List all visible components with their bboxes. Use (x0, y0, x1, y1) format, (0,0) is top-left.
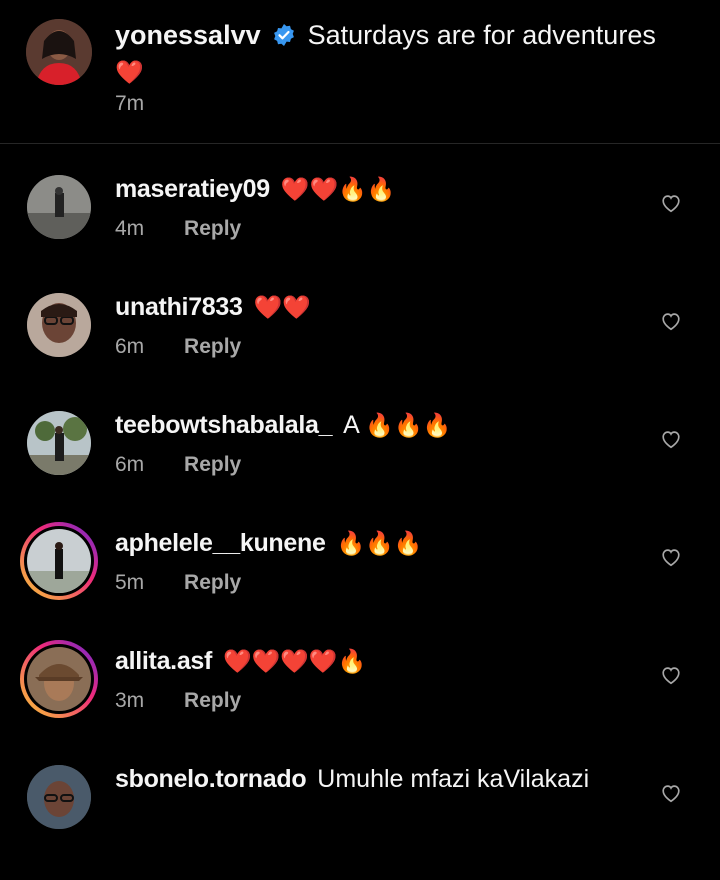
comment-emoji: 🔥🔥🔥 (365, 413, 452, 439)
reply-button[interactable]: Reply (184, 571, 241, 594)
comment-emoji: ❤️❤️ (253, 295, 311, 321)
reply-button[interactable]: Reply (184, 217, 241, 240)
comment-row: allita.asf ❤️❤️❤️❤️🔥 3m Reply (0, 644, 720, 762)
comment-row: maseratiey09 ❤️❤️🔥🔥 4m Reply (0, 172, 720, 290)
avatar[interactable] (26, 19, 92, 85)
comment-text: A (343, 411, 359, 439)
comment-body: aphelele__kunene 🔥🔥🔥 (115, 526, 655, 561)
reply-button[interactable]: Reply (184, 689, 241, 712)
reply-button[interactable]: Reply (184, 335, 241, 358)
like-heart-icon[interactable] (660, 664, 682, 686)
like-heart-icon[interactable] (660, 310, 682, 332)
comment-timestamp: 3m (115, 689, 145, 712)
comment-username[interactable]: teebowtshabalala_ (115, 411, 333, 439)
comment-timestamp: 6m (115, 335, 145, 358)
comment-meta: 5m Reply (115, 571, 241, 595)
comment-timestamp: 5m (115, 571, 145, 594)
avatar[interactable] (27, 411, 91, 475)
like-heart-icon[interactable] (660, 428, 682, 450)
comment-username[interactable]: unathi7833 (115, 293, 243, 321)
comment-meta: 3m Reply (115, 689, 241, 713)
reply-button[interactable]: Reply (184, 453, 241, 476)
comment-username[interactable]: maseratiey09 (115, 175, 270, 203)
comment-username[interactable]: aphelele__kunene (115, 529, 326, 557)
caption-emoji: ❤️ (115, 60, 144, 86)
avatar[interactable] (20, 522, 98, 600)
comment-row: unathi7833 ❤️❤️ 6m Reply (0, 290, 720, 408)
comment-body: maseratiey09 ❤️❤️🔥🔥 (115, 172, 655, 207)
comment-body: allita.asf ❤️❤️❤️❤️🔥 (115, 644, 655, 679)
comment-row: teebowtshabalala_ A 🔥🔥🔥 6m Reply (0, 408, 720, 526)
comment-emoji: ❤️❤️❤️❤️🔥 (223, 649, 367, 675)
avatar-image (27, 647, 91, 711)
post-caption: yonessalvv Saturdays are for adventures … (0, 0, 720, 142)
comment-timestamp: 4m (115, 217, 145, 240)
avatar-image (27, 529, 91, 593)
comment-body: unathi7833 ❤️❤️ (115, 290, 655, 325)
comment-row: sbonelo.tornado Umuhle mfazi kaVilakazi (0, 762, 720, 880)
like-heart-icon[interactable] (660, 192, 682, 214)
comment-meta: 6m Reply (115, 335, 241, 359)
like-heart-icon[interactable] (660, 546, 682, 568)
like-heart-icon[interactable] (660, 782, 682, 804)
comment-body: sbonelo.tornado Umuhle mfazi kaVilakazi (115, 762, 655, 796)
comment-body: teebowtshabalala_ A 🔥🔥🔥 (115, 408, 655, 443)
caption-username[interactable]: yonessalvv (115, 20, 261, 50)
comment-meta: 6m Reply (115, 453, 241, 477)
comment-username[interactable]: sbonelo.tornado (115, 765, 307, 793)
divider (0, 143, 720, 144)
comment-meta: 4m Reply (115, 217, 241, 241)
comment-timestamp: 6m (115, 453, 145, 476)
caption-text: yonessalvv Saturdays are for adventures … (115, 17, 685, 91)
avatar[interactable] (27, 293, 91, 357)
caption-timestamp: 7m (115, 92, 145, 115)
avatar[interactable] (27, 765, 91, 829)
comment-row: aphelele__kunene 🔥🔥🔥 5m Reply (0, 526, 720, 644)
verified-badge-icon (274, 24, 295, 46)
comment-emoji: 🔥🔥🔥 (336, 531, 423, 557)
comment-emoji: ❤️❤️🔥🔥 (280, 177, 396, 203)
avatar[interactable] (27, 175, 91, 239)
caption-body: Saturdays are for adventures (307, 20, 656, 50)
avatar[interactable] (20, 640, 98, 718)
comment-text: Umuhle mfazi kaVilakazi (317, 765, 590, 793)
comment-username[interactable]: allita.asf (115, 647, 212, 675)
